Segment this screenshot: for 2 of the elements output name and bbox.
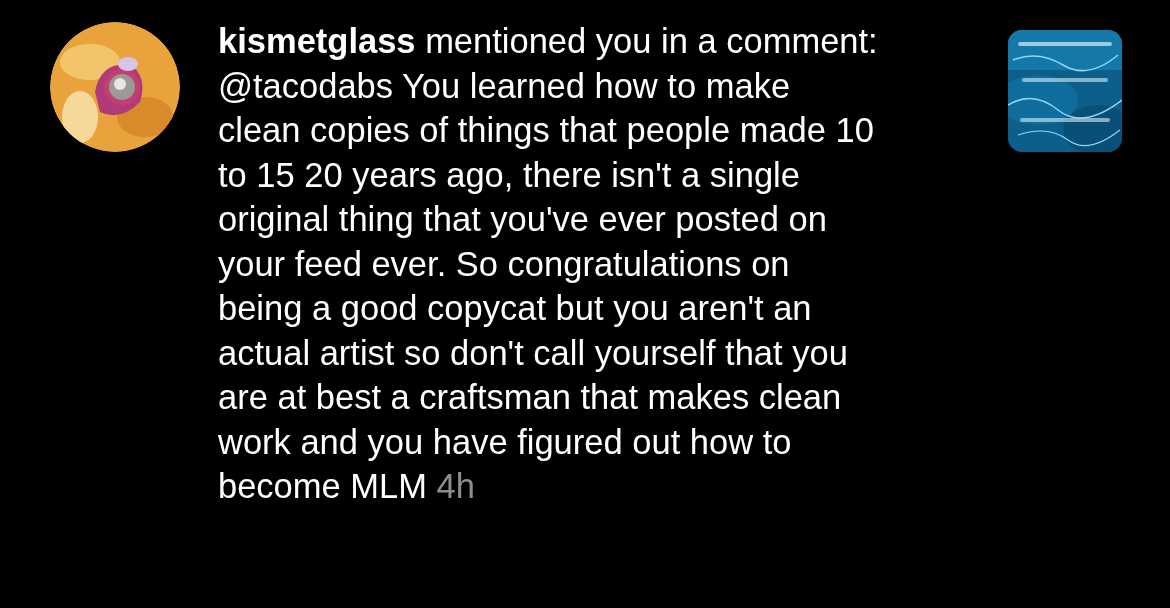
timestamp: 4h: [436, 467, 475, 505]
notification-message: kismetglass mentioned you in a comment: @tacodabs You learned how to make clean copies of things that people made 10 to 15 20 years ago, there isn't a single original thing that you've ever posted on your feed ever. So congratulations on being a good copycat but you aren't an actual artist so don't call yourself that you are at best a craftsman that makes clean work and you have figured out how to become MLM 4h: [218, 21, 878, 507]
